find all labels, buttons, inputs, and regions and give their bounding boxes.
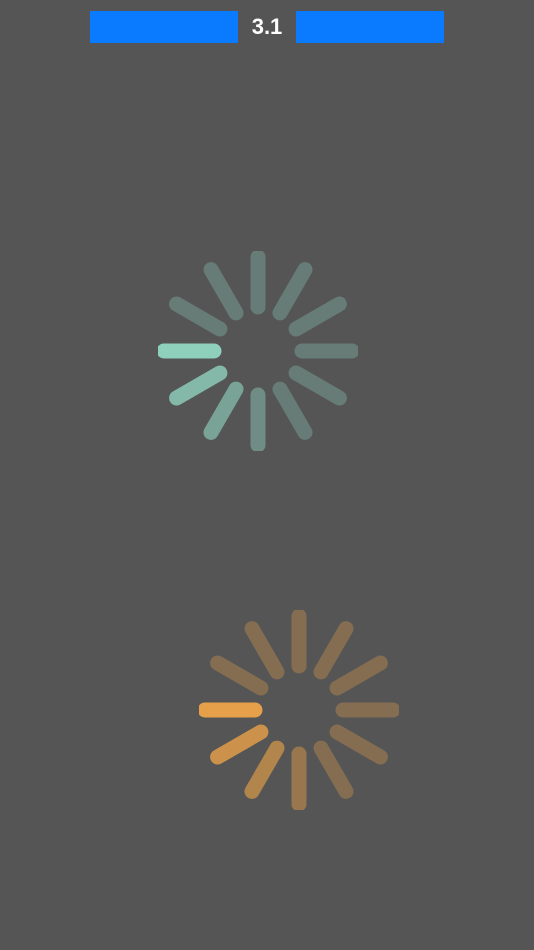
spinner-spoke [210,724,269,765]
spinner-spoke [329,655,388,696]
spinner-spoke [203,262,244,321]
spinner-spoke [244,740,285,799]
spinner-spoke [329,724,388,765]
spinner-spoke [203,381,244,440]
right-slider-button[interactable] [296,11,444,43]
spinner-spoke [272,262,313,321]
spinner-spoke [244,621,285,680]
spinner-spoke [288,296,347,337]
orange-activity-indicator [199,610,399,810]
spinner-spoke [288,365,347,406]
left-slider-button[interactable] [90,11,238,43]
teal-activity-indicator [158,251,358,451]
value-label: 3.1 [251,14,283,39]
spinner-spoke [272,381,313,440]
spinner-spoke [313,740,354,799]
spinner-spoke [313,621,354,680]
spinner-spoke [169,296,228,337]
spinner-spoke [169,365,228,406]
spinner-spoke [210,655,269,696]
